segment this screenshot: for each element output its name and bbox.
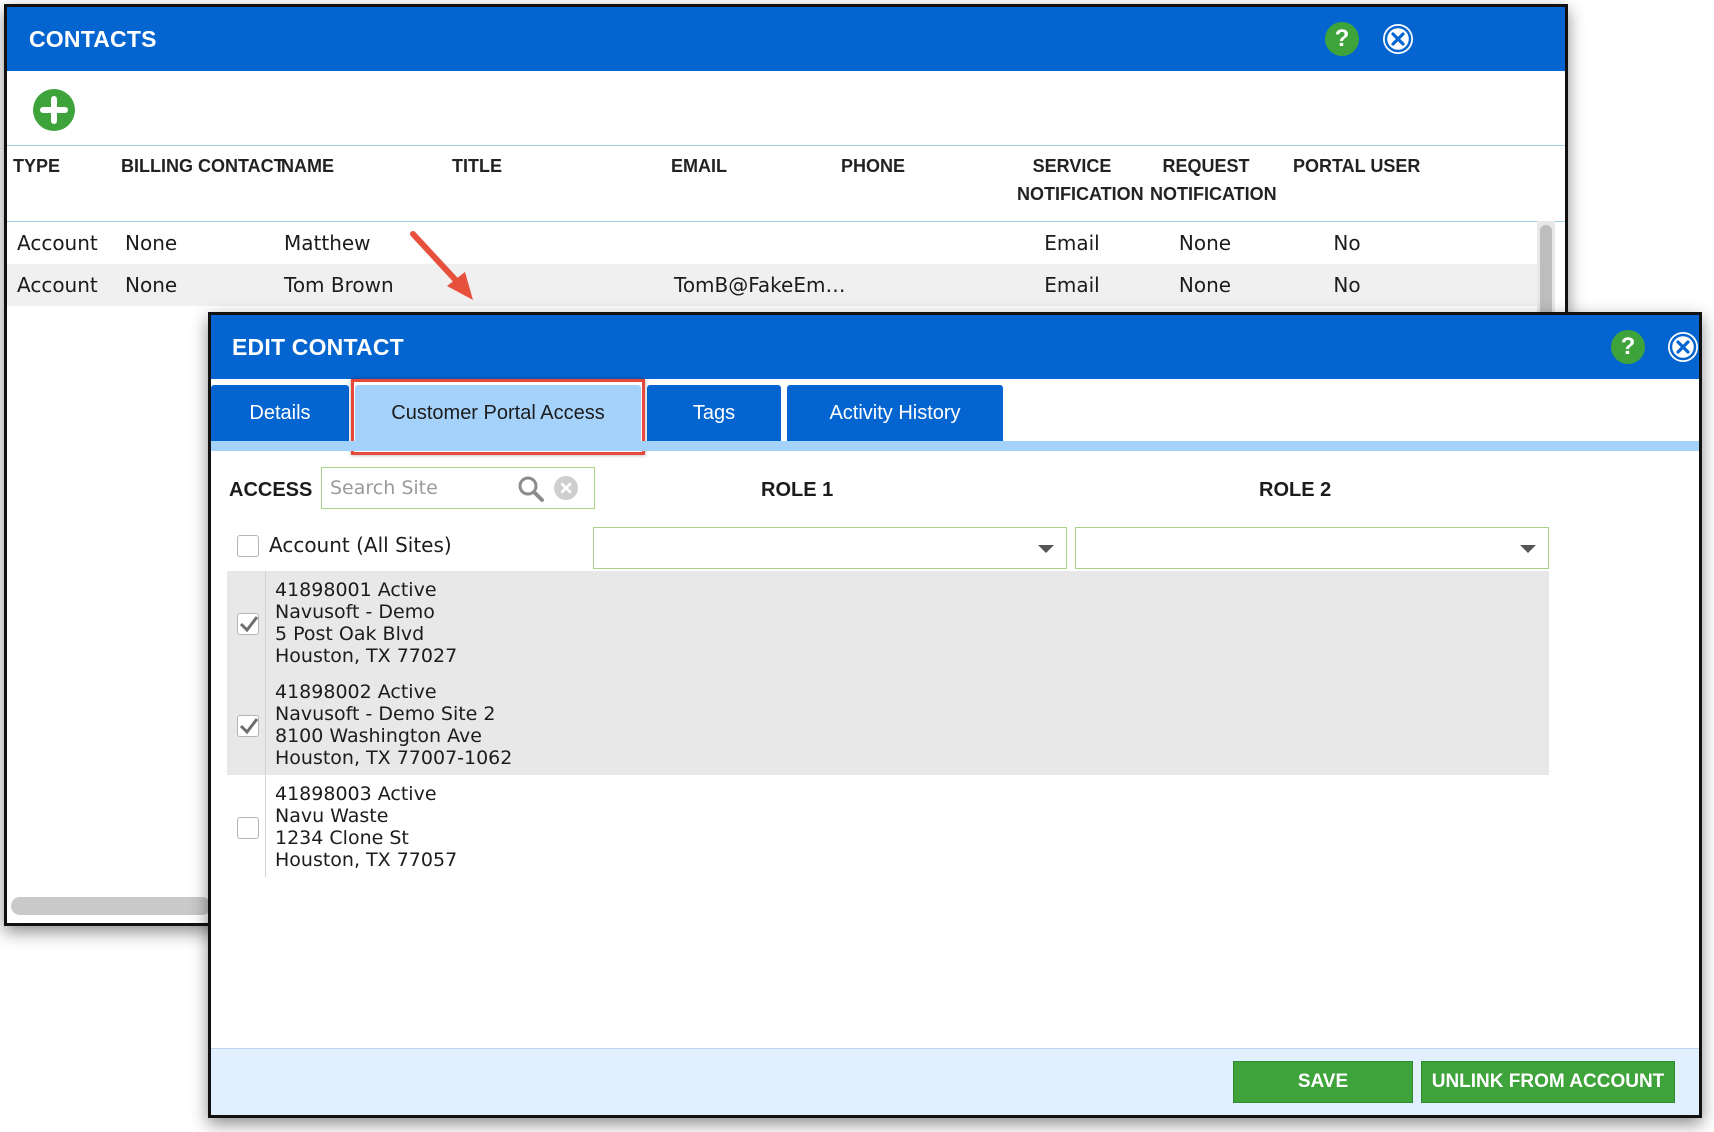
edit-titlebar: EDIT CONTACT ? (211, 315, 1699, 379)
save-button[interactable]: SAVE (1233, 1061, 1413, 1103)
cell-billing: None (125, 231, 178, 255)
site-line: 1234 Clone St (275, 827, 409, 849)
cell-portal: No (1333, 231, 1361, 255)
site-checkbox[interactable] (237, 715, 259, 737)
cell-service: Email (1044, 231, 1100, 255)
account-all-checkbox[interactable] (237, 535, 259, 557)
cell-service: Email (1044, 273, 1100, 297)
chevron-down-icon (1038, 545, 1054, 553)
col-service-line1: SERVICE (1032, 156, 1112, 176)
col-request-line1: REQUEST (1162, 156, 1250, 176)
role1-heading: ROLE 1 (761, 479, 834, 501)
col-name[interactable]: NAME (281, 152, 334, 180)
add-contact-icon[interactable] (33, 89, 75, 131)
site-line: 41898001 Active (275, 579, 437, 601)
edit-tabs: Details Customer Portal Access Tags Acti… (211, 379, 1699, 455)
row-divider (265, 571, 266, 673)
help-icon[interactable]: ? (1325, 22, 1359, 56)
scroll-thumb[interactable] (1540, 225, 1552, 325)
close-icon[interactable] (1668, 332, 1698, 362)
cell-request: None (1178, 273, 1232, 297)
chevron-down-icon (1520, 545, 1536, 553)
cell-billing: None (125, 273, 178, 297)
row-divider (265, 673, 266, 775)
site-line: Houston, TX 77057 (275, 849, 458, 871)
cell-type: Account (17, 273, 98, 297)
cell-name: Tom Brown (284, 273, 394, 297)
site-details: 41898003 Active Navu Waste 1234 Clone St… (275, 783, 457, 871)
row-divider (265, 775, 266, 877)
table-row[interactable]: Account None Matthew Email None No (7, 222, 1537, 264)
horizontal-scrollbar[interactable] (11, 897, 211, 915)
col-email[interactable]: EMAIL (671, 152, 727, 180)
col-type[interactable]: TYPE (13, 152, 60, 180)
col-portal-user[interactable]: PORTAL USER (1293, 152, 1420, 180)
search-site-box (321, 467, 595, 509)
list-item[interactable]: 41898001 Active Navusoft - Demo 5 Post O… (227, 571, 1549, 673)
tab-underline (211, 441, 1699, 451)
annotation-arrow-icon (410, 231, 473, 300)
col-request-notification[interactable]: REQUEST NOTIFICATION (1150, 152, 1277, 208)
site-line: Navusoft - Demo (275, 601, 435, 623)
cell-name: Matthew (284, 231, 371, 255)
cell-type: Account (17, 231, 98, 255)
tab-details[interactable]: Details (211, 385, 349, 441)
dialog-footer: SAVE UNLINK FROM ACCOUNT (211, 1048, 1699, 1115)
close-icon[interactable] (1383, 24, 1413, 54)
contacts-titlebar: CONTACTS ? (7, 7, 1565, 71)
site-checkbox[interactable] (237, 613, 259, 635)
search-icon[interactable] (517, 475, 545, 503)
list-item[interactable]: 41898003 Active Navu Waste 1234 Clone St… (227, 775, 1549, 877)
contacts-title: CONTACTS (29, 25, 157, 52)
cell-email: TomB@FakeEm… (674, 273, 846, 297)
site-line: 8100 Washington Ave (275, 725, 482, 747)
site-line: Houston, TX 77007-1062 (275, 747, 513, 769)
list-item[interactable]: 41898002 Active Navusoft - Demo Site 2 8… (227, 673, 1549, 775)
search-site-input[interactable] (328, 468, 512, 508)
col-service-notification[interactable]: SERVICE NOTIFICATION (1017, 152, 1144, 208)
clear-search-icon[interactable] (554, 476, 578, 500)
edit-contact-window: EDIT CONTACT ? Details Customer Portal A… (208, 312, 1702, 1118)
col-service-line2: NOTIFICATION (1017, 184, 1144, 204)
cell-portal: No (1333, 273, 1361, 297)
access-label: ACCESS (229, 479, 313, 501)
contacts-grid-header: TYPE BILLING CONTACT NAME TITLE EMAIL PH… (7, 145, 1565, 222)
site-checkbox[interactable] (237, 817, 259, 839)
site-line: 5 Post Oak Blvd (275, 623, 425, 645)
col-request-line2: NOTIFICATION (1150, 184, 1277, 204)
table-row[interactable]: Account None Tom Brown TomB@FakeEm… Emai… (7, 264, 1537, 306)
tab-activity-history[interactable]: Activity History (787, 385, 1003, 441)
col-billing-contact[interactable]: BILLING CONTACT (121, 152, 285, 180)
role1-select[interactable] (593, 527, 1067, 569)
role2-select[interactable] (1075, 527, 1549, 569)
account-all-label: Account (All Sites) (269, 533, 452, 557)
site-details: 41898001 Active Navusoft - Demo 5 Post O… (275, 579, 457, 667)
site-line: Navu Waste (275, 805, 389, 827)
site-list: 41898001 Active Navusoft - Demo 5 Post O… (227, 571, 1549, 888)
site-line: 41898002 Active (275, 681, 437, 703)
col-phone[interactable]: PHONE (841, 152, 905, 180)
col-title[interactable]: TITLE (452, 152, 502, 180)
site-line: Navusoft - Demo Site 2 (275, 703, 496, 725)
site-line: Houston, TX 77027 (275, 645, 458, 667)
tab-tags[interactable]: Tags (647, 385, 781, 441)
role2-heading: ROLE 2 (1259, 479, 1332, 501)
site-details: 41898002 Active Navusoft - Demo Site 2 8… (275, 681, 512, 769)
edit-title: EDIT CONTACT (232, 333, 404, 360)
unlink-from-account-button[interactable]: UNLINK FROM ACCOUNT (1421, 1061, 1675, 1103)
cell-request: None (1178, 231, 1232, 255)
help-icon[interactable]: ? (1611, 330, 1645, 364)
site-line: 41898003 Active (275, 783, 437, 805)
